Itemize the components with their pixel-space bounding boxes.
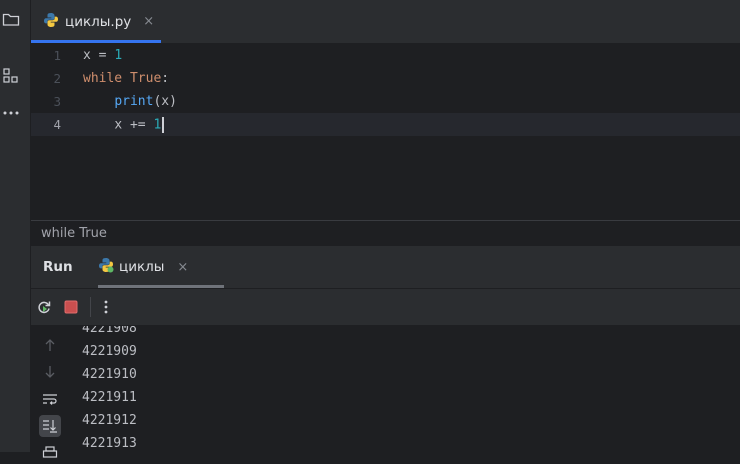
- console-line: 4221909: [82, 344, 137, 359]
- toolbar-separator: [90, 297, 91, 317]
- line-number: 3: [53, 94, 61, 109]
- run-config-tab[interactable]: циклы ×: [98, 246, 224, 288]
- python-icon: [98, 257, 114, 277]
- console-output[interactable]: 4221908 4221909 4221910 4221911 4221912 …: [67, 326, 740, 452]
- code-token: (x): [153, 94, 177, 109]
- tab-close-icon[interactable]: ×: [143, 14, 154, 29]
- code-editor[interactable]: 1 2 3 4 x = 1 while True: print(x) x += …: [31, 44, 740, 219]
- code-token: x +=: [114, 117, 154, 133]
- scroll-up-icon[interactable]: [39, 334, 61, 356]
- code-function: print: [114, 94, 154, 109]
- code-keyword: while: [83, 71, 123, 86]
- folder-icon[interactable]: [0, 11, 22, 27]
- code-token: =: [90, 48, 115, 63]
- run-toolbar: [31, 289, 740, 326]
- run-panel-title: Run: [43, 259, 73, 275]
- code-line-2: while True:: [83, 71, 169, 86]
- line-number-gutter: 1 2 3 4: [31, 44, 75, 219]
- run-tab-label: циклы: [119, 259, 165, 275]
- code-token: x: [83, 48, 91, 63]
- editor-tab-bar: циклы.py ×: [31, 0, 740, 44]
- breadcrumb: while True: [31, 220, 740, 246]
- console-line: 4221912: [82, 413, 137, 428]
- soft-wrap-icon[interactable]: [39, 388, 61, 410]
- console-line: 4221913: [82, 436, 137, 451]
- python-icon: [43, 12, 59, 32]
- line-number: 2: [53, 71, 61, 86]
- line-number: 1: [53, 48, 61, 63]
- active-tab-indicator: [31, 40, 161, 43]
- tab-filename: циклы.py: [65, 13, 132, 30]
- code-token: :: [161, 71, 170, 86]
- run-panel-header: Run циклы ×: [31, 246, 740, 289]
- code-line-4: x += 1: [83, 117, 164, 133]
- console-line: 4221911: [82, 390, 137, 405]
- code-line-1: x = 1: [83, 48, 122, 63]
- scroll-down-icon[interactable]: [39, 361, 61, 383]
- console-side-toolbar: [31, 326, 67, 458]
- breadcrumb-item[interactable]: while True: [41, 226, 107, 241]
- run-tab-indicator: [98, 285, 224, 288]
- stop-icon[interactable]: [62, 298, 80, 316]
- code-number: 1: [153, 117, 162, 133]
- code-number: 1: [114, 48, 123, 63]
- text-caret: [162, 117, 164, 133]
- more-icon[interactable]: [0, 110, 22, 116]
- run-tab-close-icon[interactable]: ×: [177, 260, 188, 275]
- line-number: 4: [53, 117, 61, 132]
- code-line-3: print(x): [83, 94, 177, 109]
- structure-icon[interactable]: [0, 67, 22, 85]
- rerun-icon[interactable]: [35, 298, 53, 316]
- console-line: 4221910: [82, 367, 137, 382]
- console-line: 4221908: [82, 326, 137, 336]
- tool-window-strip: [0, 0, 31, 452]
- print-icon[interactable]: [39, 442, 61, 464]
- editor-tab[interactable]: циклы.py ×: [31, 0, 161, 43]
- more-options-icon[interactable]: [97, 298, 115, 316]
- code-keyword: True: [129, 71, 162, 86]
- scroll-to-end-icon[interactable]: [39, 415, 61, 437]
